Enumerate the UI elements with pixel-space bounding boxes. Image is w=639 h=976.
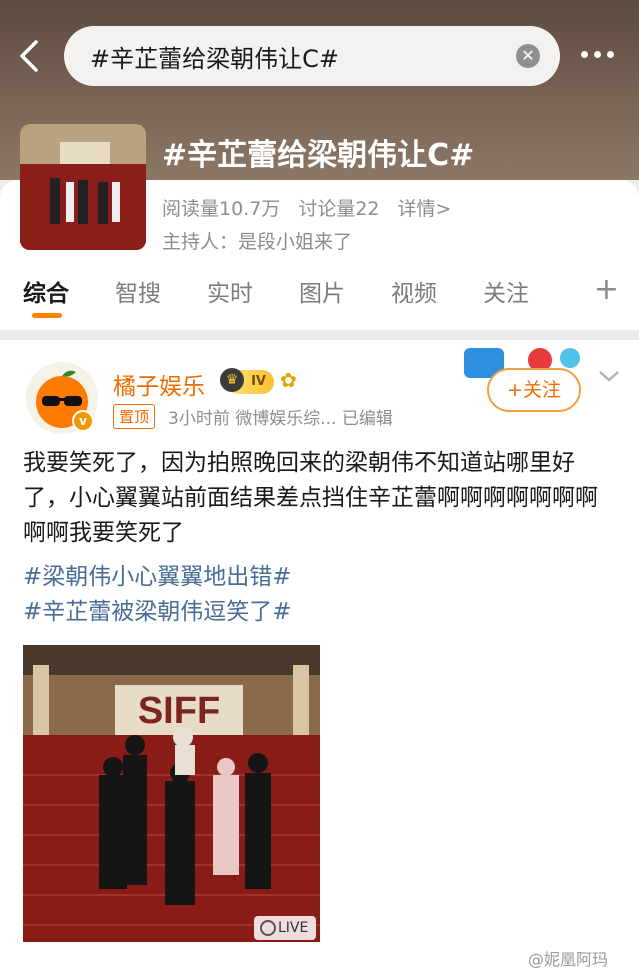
- verified-icon: v: [72, 410, 94, 432]
- siff-sign: SIFF: [138, 690, 220, 732]
- chevron-down-icon[interactable]: [598, 368, 620, 382]
- add-tab-icon[interactable]: +: [594, 272, 619, 307]
- hashtag-link[interactable]: #梁朝伟小心翼翼地出错#: [23, 557, 292, 591]
- discussion-count: 讨论量22: [298, 198, 380, 220]
- tab-images[interactable]: 图片: [276, 268, 368, 322]
- follow-button[interactable]: +关注: [487, 368, 581, 412]
- topic-thumbnail[interactable]: [20, 124, 146, 250]
- tab-following[interactable]: 关注: [460, 268, 552, 322]
- topic-stats: 阅读量10.7万 讨论量22 详情>: [162, 194, 451, 221]
- read-count: 阅读量10.7万: [162, 198, 281, 220]
- hashtag-link[interactable]: #辛芷蕾被梁朝伟逗笑了#: [23, 592, 292, 626]
- details-link[interactable]: 详情>: [398, 194, 452, 221]
- post-text: 我要笑死了，因为拍照晚回来的梁朝伟不知道站哪里好了，小心翼翼站前面结果差点挡住辛…: [23, 450, 598, 546]
- tab-realtime[interactable]: 实时: [184, 268, 276, 322]
- watermark: @妮凰阿玛: [528, 950, 609, 969]
- more-options-icon[interactable]: [581, 44, 621, 64]
- crown-icon: ♛: [220, 368, 244, 392]
- search-query: #辛芷蕾给梁朝伟让C#: [90, 44, 339, 73]
- topic-title: #辛芷蕾给梁朝伟让C#: [162, 138, 475, 173]
- tab-videos[interactable]: 视频: [368, 268, 460, 322]
- live-icon: [260, 920, 276, 936]
- tab-comprehensive[interactable]: 综合: [0, 268, 92, 322]
- post-meta: 3小时前 微博娱乐综... 已编辑: [168, 409, 393, 429]
- flower-icon: ✿: [280, 368, 297, 392]
- tab-smart-search[interactable]: 智搜: [92, 268, 184, 322]
- post-photo[interactable]: SIFF: [23, 645, 320, 942]
- search-input[interactable]: #辛芷蕾给梁朝伟让C# ✕: [64, 26, 560, 86]
- tab-bar: 综合 智搜 实时 图片 视频 关注: [0, 268, 639, 322]
- topic-host: 主持人：是段小姐来了: [162, 231, 353, 253]
- pinned-badge: 置顶: [113, 404, 156, 429]
- back-arrow-icon[interactable]: [14, 36, 46, 76]
- clear-icon[interactable]: ✕: [516, 44, 540, 68]
- username[interactable]: 橘子娱乐: [113, 367, 205, 401]
